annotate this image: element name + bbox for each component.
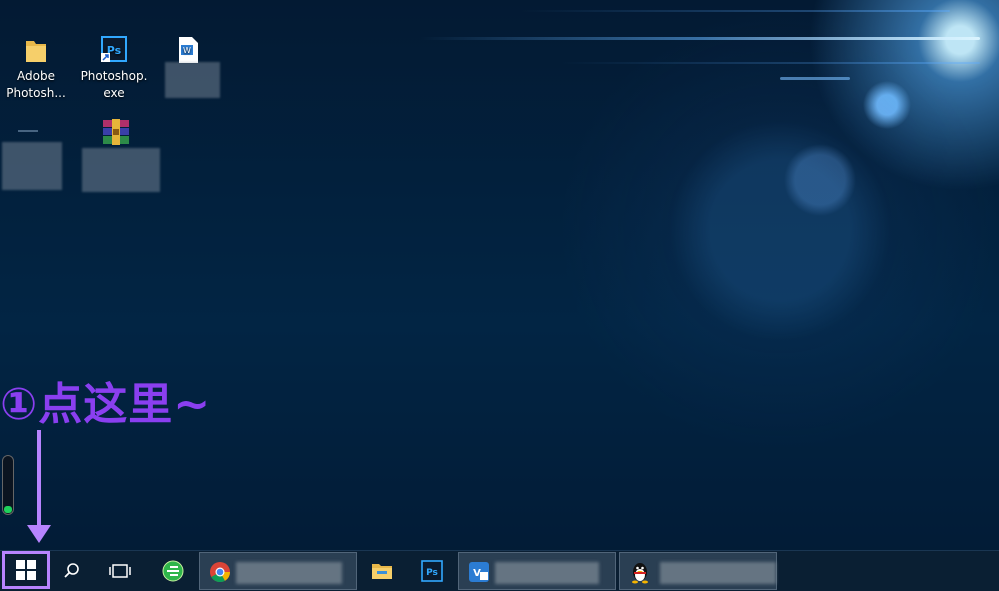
svg-text:Ps: Ps (426, 568, 438, 578)
windows-logo-icon (16, 560, 36, 580)
task-view-button[interactable] (102, 551, 138, 591)
svg-text:W: W (183, 46, 191, 55)
blurred-window-title (236, 562, 342, 584)
wallpaper-streak (520, 10, 950, 12)
desktop-icon-blurred[interactable] (2, 142, 62, 190)
word-document-icon: W (175, 36, 201, 64)
360-browser-icon (162, 560, 184, 582)
instruction-annotation: ①点这里~ (0, 379, 212, 430)
folder-icon (23, 36, 49, 64)
search-button[interactable] (56, 551, 88, 591)
blurred-label (165, 62, 220, 98)
winrar-archive-icon (101, 118, 129, 146)
blurred-window-title (495, 562, 599, 584)
annotation-arrow-head (27, 525, 51, 543)
taskbar-chrome-window[interactable] (199, 552, 357, 590)
blurred-label (82, 148, 160, 192)
wallpaper-streak (560, 62, 980, 64)
annotation-arrow-shaft (37, 430, 41, 532)
level-meter (2, 455, 14, 515)
desktop-icon-label: Adobe Photosh... (6, 69, 66, 100)
task-view-icon (109, 564, 131, 578)
desktop-icon-winrar-archive[interactable] (78, 118, 150, 150)
folder-icon (372, 564, 392, 579)
desktop-icon-adobe-photoshop-folder[interactable]: Adobe Photosh... (0, 36, 72, 102)
wallpaper-streak (420, 37, 980, 40)
taskbar-file-explorer[interactable] (364, 551, 400, 591)
desktop-icon-label: Photoshop.exe (80, 69, 148, 100)
blurred-window-title (660, 562, 776, 584)
photoshop-shortcut-icon: Ps (101, 36, 127, 64)
level-meter-fill (4, 506, 12, 513)
taskbar-360-browser[interactable] (155, 551, 191, 591)
photoshop-icon: Ps (421, 560, 443, 582)
desktop-icon-photoshop-exe[interactable]: Ps Photoshop.exe (78, 36, 150, 102)
generic-file-icon (18, 130, 38, 146)
app-icon: V (469, 562, 489, 582)
taskbar-photoshop[interactable]: Ps (414, 551, 450, 591)
taskbar: Ps V (0, 550, 999, 591)
taskbar-qq-window[interactable] (619, 552, 777, 590)
chrome-icon (210, 562, 231, 583)
svg-text:V: V (473, 568, 481, 579)
search-icon (64, 563, 79, 578)
taskbar-app-window[interactable]: V (458, 552, 616, 590)
wallpaper-streak (780, 77, 850, 80)
qq-penguin-icon (632, 563, 648, 584)
start-button[interactable] (2, 551, 50, 589)
